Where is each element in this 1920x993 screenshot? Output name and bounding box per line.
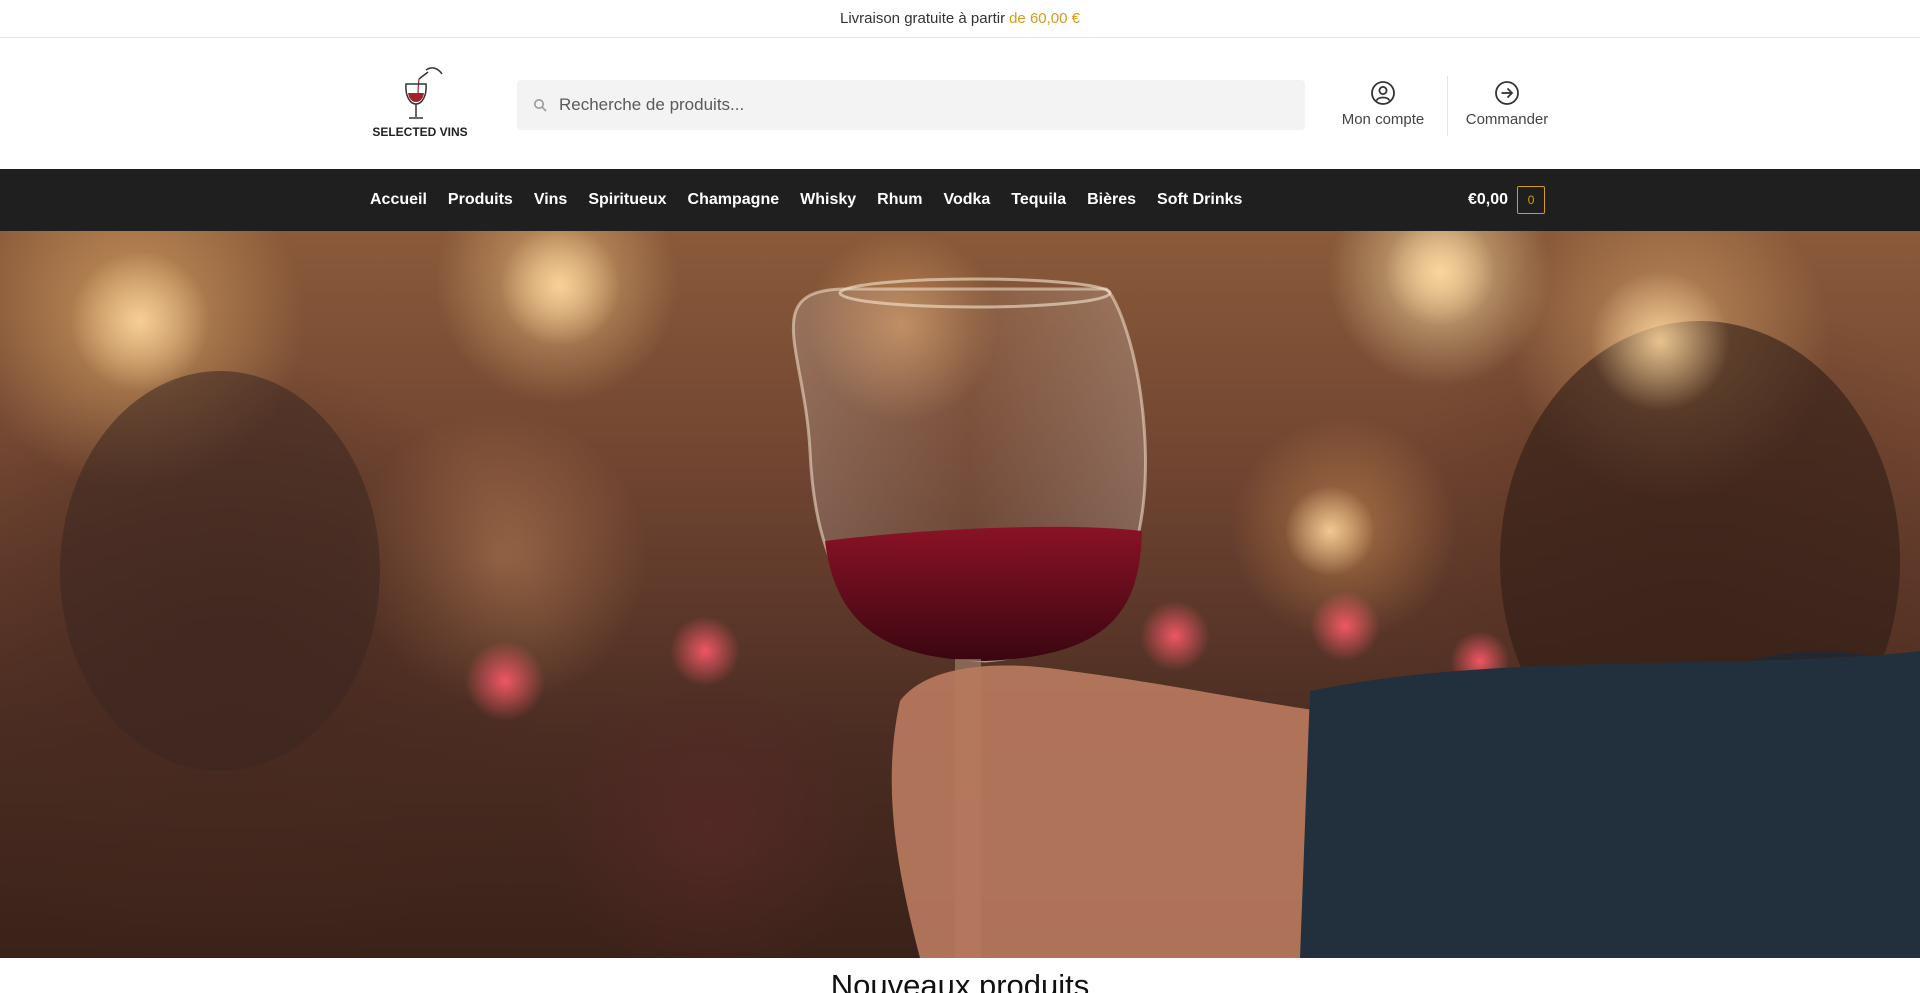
hero-banner — [0, 231, 1920, 958]
nav-item-soft-drinks[interactable]: Soft Drinks — [1157, 191, 1242, 209]
search-icon — [534, 99, 547, 112]
checkout-link[interactable]: Commander — [1459, 80, 1555, 128]
nav-item-vodka[interactable]: Vodka — [943, 191, 990, 209]
announcement-bar: Livraison gratuite à partir de 60,00 € — [0, 0, 1920, 38]
nav-item-rhum[interactable]: Rhum — [877, 191, 922, 209]
site-logo[interactable]: SELECTED VINS — [370, 66, 470, 142]
header-divider — [1447, 76, 1448, 136]
nav-item-spiritueux[interactable]: Spiritueux — [588, 191, 666, 209]
hero-wine-glass-image — [60, 231, 1920, 958]
wine-glass-logo-icon — [405, 67, 443, 119]
nav-item-accueil[interactable]: Accueil — [370, 191, 427, 209]
account-label: Mon compte — [1341, 111, 1425, 128]
product-search[interactable] — [517, 80, 1305, 130]
nav-item-whisky[interactable]: Whisky — [800, 191, 856, 209]
user-icon — [1371, 81, 1395, 105]
logo-text: SELECTED VINS — [372, 125, 468, 139]
nav-item-produits[interactable]: Produits — [448, 191, 513, 209]
nav-item-tequila[interactable]: Tequila — [1011, 191, 1066, 209]
arrow-right-circle-icon — [1495, 81, 1519, 105]
search-input[interactable] — [559, 95, 1305, 115]
nav-item-bieres[interactable]: Bières — [1087, 191, 1136, 209]
cart-button[interactable]: €0,00 0 — [1468, 186, 1546, 214]
checkout-label: Commander — [1465, 111, 1549, 128]
announcement-text: Livraison gratuite à partir — [840, 10, 1006, 27]
cart-count-badge: 0 — [1517, 186, 1546, 214]
main-navigation: Accueil Produits Vins Spiritueux Champag… — [0, 169, 1920, 231]
cart-amount: €0,00 — [1468, 191, 1509, 208]
account-link[interactable]: Mon compte — [1337, 80, 1429, 128]
announcement-highlight: de 60,00 € — [1009, 10, 1080, 27]
nav-item-champagne[interactable]: Champagne — [688, 191, 780, 209]
new-products-heading: Nouveaux produits — [830, 968, 1090, 993]
nav-item-vins[interactable]: Vins — [534, 191, 568, 209]
site-header: SELECTED VINS Mon compte Commander — [0, 38, 1920, 169]
